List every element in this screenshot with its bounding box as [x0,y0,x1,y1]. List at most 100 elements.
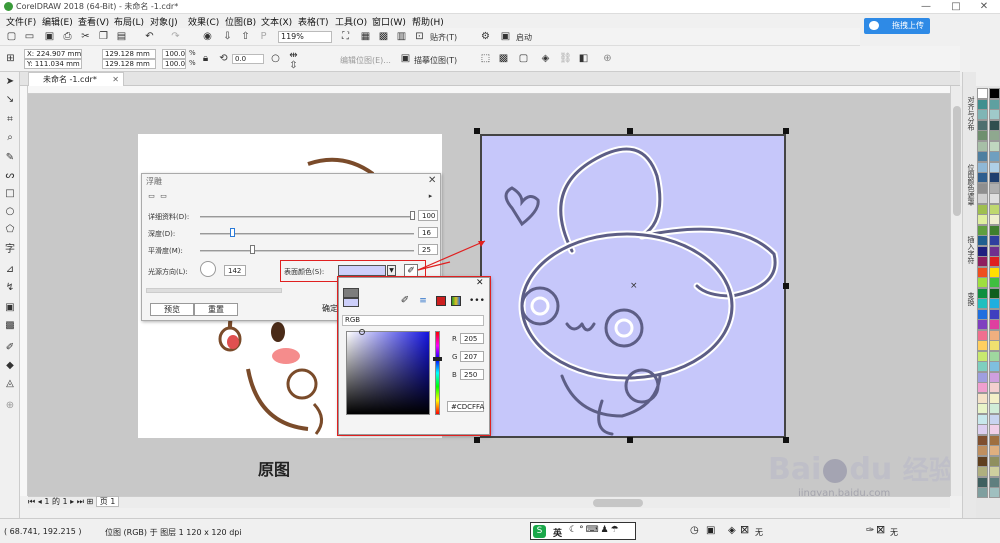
palette-swatch[interactable] [989,130,1000,141]
palette-swatch[interactable] [977,455,988,467]
palette-swatch[interactable] [989,382,1000,393]
palette-swatch[interactable] [977,476,988,488]
palette-swatch[interactable] [989,98,1000,110]
palette-swatch[interactable] [989,193,1000,204]
prev-page-icon[interactable]: ◂ [38,497,42,506]
palette-swatch[interactable] [977,350,988,362]
palette-swatch[interactable] [989,277,1000,288]
palette-swatch[interactable] [977,98,988,110]
add-page-icon[interactable]: ⊞ [86,497,93,506]
palette-swatch[interactable] [989,119,1000,131]
palette-swatch[interactable] [977,413,988,425]
palette-swatch[interactable] [989,329,1000,341]
palette-swatch[interactable] [977,235,988,246]
palette-swatch[interactable] [989,424,1000,435]
palette-swatch[interactable] [989,319,1000,330]
palette-swatch[interactable] [977,466,988,477]
palette-swatch[interactable] [989,140,1000,152]
docker-tab-insert-char[interactable]: 插入字符 [964,236,976,264]
page-tab[interactable]: 页 1 [95,496,120,507]
palette-swatch[interactable] [989,245,1000,257]
palette-swatch[interactable] [989,455,1000,467]
palette-swatch[interactable] [989,182,1000,194]
palette-swatch[interactable] [977,245,988,257]
palette-swatch[interactable] [977,214,988,225]
palette-swatch[interactable] [977,151,988,162]
palette-swatch[interactable] [977,340,988,351]
palette-swatch[interactable] [989,487,1000,498]
palette-swatch[interactable] [989,298,1000,309]
fill-icon[interactable]: ◈ [728,525,736,536]
horizontal-scrollbar[interactable] [28,496,950,508]
color-proof-icon[interactable]: ▣ [706,525,715,536]
palette-swatch[interactable] [989,151,1000,162]
palette-swatch[interactable] [977,361,988,372]
palette-swatch[interactable] [977,392,988,404]
palette-swatch[interactable] [989,413,1000,425]
palette-swatch[interactable] [977,109,988,120]
palette-swatch[interactable] [989,476,1000,488]
palette-swatch[interactable] [977,224,988,236]
palette-swatch[interactable] [977,434,988,446]
palette-swatch[interactable] [977,445,988,456]
no-fill-icon: ⊠ [740,523,750,536]
palette-swatch[interactable] [977,371,988,383]
palette-swatch[interactable] [977,266,988,278]
palette-swatch[interactable] [989,88,1000,99]
palette-swatch[interactable] [989,256,1000,267]
palette-swatch[interactable] [977,287,988,299]
palette-swatch[interactable] [989,340,1000,351]
palette-swatch[interactable] [977,182,988,194]
palette-swatch[interactable] [989,445,1000,456]
palette-swatch[interactable] [989,161,1000,173]
docker-tab-align[interactable]: 对齐与分布 [964,96,976,131]
palette-swatch[interactable] [989,224,1000,236]
palette-swatch[interactable] [989,266,1000,278]
ime-mode[interactable]: 英 [553,526,562,539]
palette-swatch[interactable] [977,130,988,141]
palette-swatch[interactable] [989,403,1000,414]
timer-icon[interactable]: ◷ [690,525,699,536]
palette-swatch[interactable] [989,172,1000,183]
palette-swatch[interactable] [977,308,988,320]
palette-swatch[interactable] [977,256,988,267]
palette-swatch[interactable] [977,140,988,152]
palette-swatch[interactable] [977,319,988,330]
vertical-scroll-thumb[interactable] [953,106,961,216]
palette-swatch[interactable] [989,235,1000,246]
docker-tab-bitmap-mask[interactable]: 位图颜色遮罩 [964,164,976,206]
palette-swatch[interactable] [977,329,988,341]
palette-swatch[interactable] [989,308,1000,320]
palette-swatch[interactable] [989,361,1000,372]
palette-swatch[interactable] [977,277,988,288]
palette-swatch[interactable] [977,161,988,173]
palette-swatch[interactable] [989,434,1000,446]
palette-swatch[interactable] [977,487,988,498]
palette-swatch[interactable] [989,371,1000,383]
first-page-icon[interactable]: ⏮︎ [28,497,35,506]
ime-tools-icon[interactable]: ☾°⌨♟☂ [569,525,621,535]
palette-swatch[interactable] [977,403,988,414]
palette-swatch[interactable] [977,119,988,131]
palette-swatch[interactable] [989,109,1000,120]
palette-swatch[interactable] [989,203,1000,215]
palette-swatch[interactable] [989,214,1000,225]
horizontal-scroll-thumb[interactable] [593,499,643,507]
palette-swatch[interactable] [989,466,1000,477]
palette-swatch[interactable] [977,88,988,99]
palette-swatch[interactable] [977,298,988,309]
vertical-scrollbar[interactable] [950,86,962,496]
sogou-icon[interactable]: S [533,525,546,538]
palette-swatch[interactable] [977,424,988,435]
palette-swatch[interactable] [977,172,988,183]
next-page-icon[interactable]: ▸ [70,497,74,506]
palette-swatch[interactable] [977,193,988,204]
last-page-icon[interactable]: ⏭︎ [77,497,84,506]
palette-swatch[interactable] [977,382,988,393]
palette-swatch[interactable] [989,392,1000,404]
docker-tab-transform[interactable]: 变换 [964,292,976,306]
outline-pen-icon[interactable]: ✑ [866,525,874,536]
palette-swatch[interactable] [989,350,1000,362]
palette-swatch[interactable] [989,287,1000,299]
palette-swatch[interactable] [977,203,988,215]
